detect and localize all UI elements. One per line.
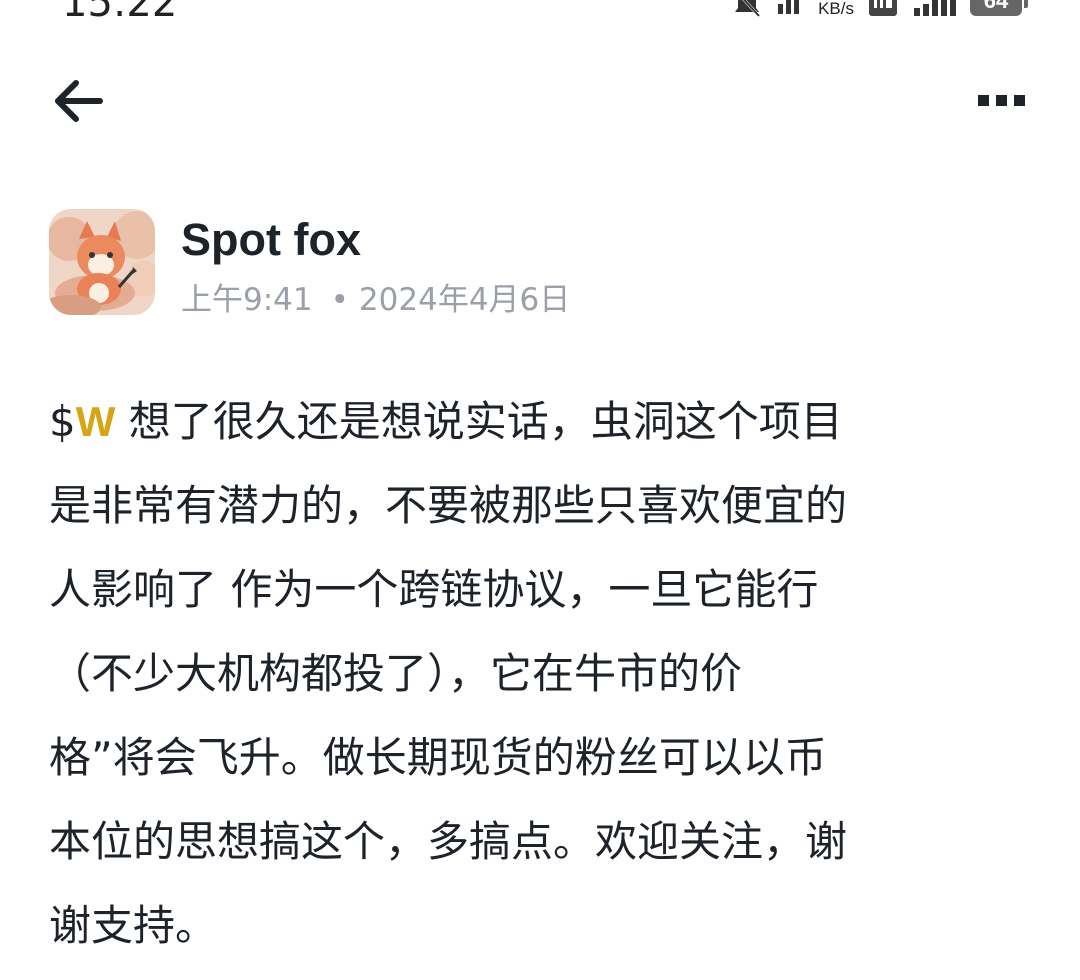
status-bar: 15:22 KB/s 64 xyxy=(0,0,1080,30)
cell-signal-icon xyxy=(914,0,956,16)
ticker-symbol: W xyxy=(75,398,116,445)
battery-icon: 64 xyxy=(970,0,1028,16)
ticker-prefix: $ xyxy=(49,397,76,446)
meta-separator: • xyxy=(330,282,349,318)
arrow-left-icon xyxy=(55,80,103,122)
fox-avatar-image xyxy=(49,209,155,315)
post-line: 是非常有潜力的，不要被那些只喜欢便宜的 xyxy=(49,481,848,530)
post-meta: 上午9:41 • 2024年4月6日 xyxy=(181,278,570,322)
more-dots-icon xyxy=(978,95,1025,106)
author-name[interactable]: Spot fox xyxy=(181,210,361,270)
post-date: 2024年4月6日 xyxy=(358,282,571,318)
signal-icon xyxy=(778,0,800,14)
post-body: $W 想了很久还是想说实话，虫洞这个项目 是非常有潜力的，不要被那些只喜欢便宜的… xyxy=(49,380,1024,968)
hd-icon xyxy=(869,0,897,16)
net-speed-unit: KB/s xyxy=(818,0,854,18)
post-line-text: 想了很久还是想说实话，虫洞这个项目 xyxy=(115,397,843,446)
post-line: 格”将会飞升。做长期现货的粉丝可以以币 xyxy=(49,733,827,782)
post-line: （不少大机构都投了），它在牛市的价 xyxy=(49,649,743,698)
back-button[interactable] xyxy=(48,74,108,128)
avatar[interactable] xyxy=(49,209,155,315)
post-time: 上午9:41 xyxy=(181,282,313,318)
post-line: 人影响了 作为一个跨链协议，一旦它能行 xyxy=(49,565,819,614)
post-line: $W 想了很久还是想说实话，虫洞这个项目 xyxy=(49,380,1024,464)
more-options-button[interactable] xyxy=(972,82,1032,120)
post-line: 谢支持。 xyxy=(49,901,218,950)
mute-icon xyxy=(735,0,761,18)
status-time: 15:22 xyxy=(62,0,178,26)
status-icons: KB/s 64 xyxy=(732,0,1028,18)
post-line: 本位的思想搞这个，多搞点。欢迎关注，谢 xyxy=(49,817,848,866)
ticker-link[interactable]: $W xyxy=(49,397,115,446)
